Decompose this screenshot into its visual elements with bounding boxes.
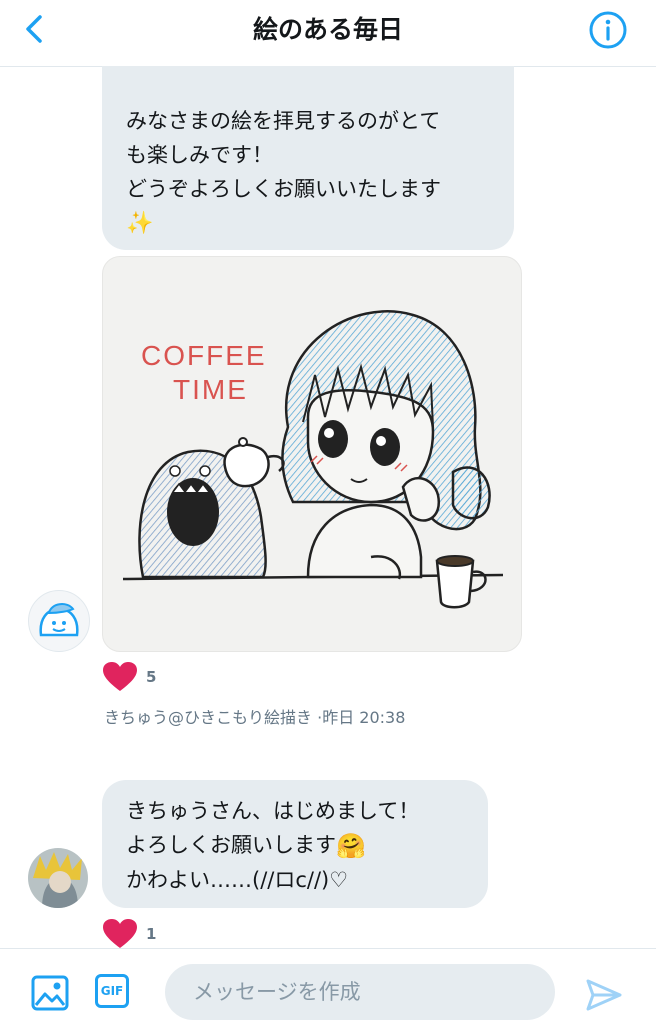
gif-button[interactable]: GIF xyxy=(95,974,129,1008)
sparkles-emoji: ✨ xyxy=(126,211,154,236)
conversation-title: 絵のある毎日 xyxy=(252,15,403,44)
hugging-face-emoji: 🤗 xyxy=(336,832,366,860)
message-bubble[interactable]: きちゅうさん、はじめまして！ よろしくお願いします🤗 かわよい……(//ロc//… xyxy=(102,780,488,908)
like-count: 5 xyxy=(146,668,157,686)
send-icon[interactable] xyxy=(584,975,624,1015)
avatar[interactable] xyxy=(28,848,88,908)
message-text-line: かわよい……(//ロc//)♡ xyxy=(126,868,349,892)
coffee-time-drawing: COFFEE TIME xyxy=(122,310,504,609)
message-text-line: どうぞよろしくお願いいたします xyxy=(126,177,441,201)
mascot-avatar-icon xyxy=(39,603,79,637)
message-image[interactable]: COFFEE TIME xyxy=(102,256,522,652)
image-icon[interactable] xyxy=(30,973,70,1013)
message-text-line: きちゅうさん、はじめまして！ xyxy=(126,799,420,823)
like-indicator[interactable]: 5 xyxy=(102,660,156,694)
message-meta: きちゅう@ひきこもり絵描き ·昨日 20:38 xyxy=(104,704,405,728)
like-indicator[interactable]: 1 xyxy=(102,917,156,951)
message-text-line: みなさまの絵を拝見するのがとて xyxy=(126,109,441,133)
heart-icon xyxy=(103,919,137,948)
message-bubble[interactable]: みなさまの絵を拝見するのがとて も楽しみです！ どうぞよろしくお願いいたします … xyxy=(102,66,514,250)
user-avatar-image xyxy=(28,848,88,908)
message-text-line: も楽しみです！ xyxy=(126,143,273,167)
drawing-text-coffee: COFFEE xyxy=(141,340,267,371)
message-input[interactable] xyxy=(165,964,555,1020)
message-composer: GIF xyxy=(0,948,656,1025)
heart-icon xyxy=(103,662,137,691)
like-count: 1 xyxy=(146,925,157,943)
info-icon[interactable] xyxy=(588,10,628,50)
drawing-text-time: TIME xyxy=(173,374,248,405)
conversation-header: 絵のある毎日 xyxy=(0,0,656,67)
message-text-line: よろしくお願いします xyxy=(126,833,336,857)
avatar[interactable] xyxy=(28,590,90,652)
message-timestamp: ·昨日 20:38 xyxy=(317,708,406,727)
author-name[interactable]: きちゅう@ひきこもり絵描き xyxy=(104,708,312,727)
